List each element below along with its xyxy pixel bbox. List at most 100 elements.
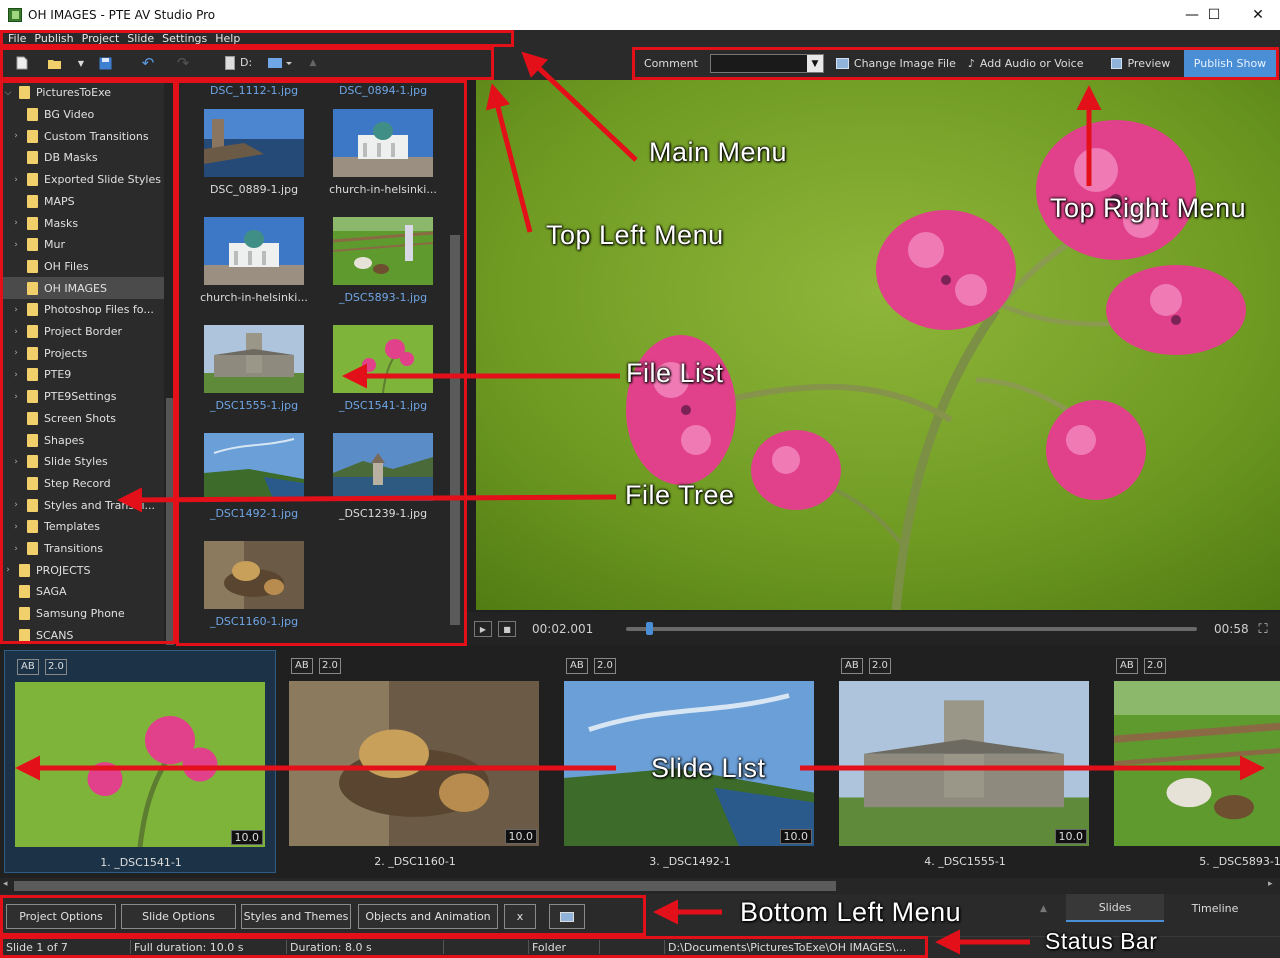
- slide-transition-duration[interactable]: 2.0: [319, 658, 341, 674]
- slide-options-button[interactable]: Slide Options: [121, 904, 236, 929]
- slide-transition-duration[interactable]: 2.0: [1144, 658, 1166, 674]
- chevron-icon[interactable]: ›: [11, 175, 21, 185]
- scroll-left-icon[interactable]: ◂: [3, 879, 8, 889]
- tree-item[interactable]: › Projects: [0, 342, 164, 364]
- chevron-icon[interactable]: ›: [11, 348, 21, 358]
- chevron-icon[interactable]: ›: [3, 565, 13, 575]
- tab-slides[interactable]: Slides: [1066, 894, 1164, 922]
- menu-settings[interactable]: Settings: [158, 32, 211, 45]
- tree-item[interactable]: DB Masks: [0, 147, 164, 169]
- menu-slide[interactable]: Slide: [123, 32, 158, 45]
- slide-transition-duration[interactable]: 2.0: [594, 658, 616, 674]
- maximize-button[interactable]: ☐: [1192, 0, 1236, 30]
- tree-item[interactable]: › Transitions: [0, 538, 164, 560]
- scroll-right-icon[interactable]: ▸: [1268, 879, 1273, 889]
- scroll-thumb[interactable]: [450, 235, 460, 625]
- change-image-button[interactable]: Change Image File: [835, 57, 956, 70]
- chevron-icon[interactable]: ›: [11, 392, 21, 402]
- chevron-icon[interactable]: ›: [11, 370, 21, 380]
- open-dropdown-icon[interactable]: ▼: [73, 55, 89, 71]
- save-icon[interactable]: [97, 55, 113, 71]
- slide-transition-badge[interactable]: AB: [17, 659, 39, 675]
- slide-item[interactable]: AB 2.0 5. _DSC5893-1: [1104, 650, 1280, 873]
- chevron-icon[interactable]: ›: [11, 327, 21, 337]
- slide-item[interactable]: AB 2.0 10.0 4. _DSC1555-1: [829, 650, 1101, 873]
- tree-item[interactable]: Samsung Phone: [0, 603, 164, 625]
- slide-item[interactable]: AB 2.0 10.0 2. _DSC1160-1: [279, 650, 551, 873]
- tree-item[interactable]: SCANS: [0, 625, 164, 644]
- chevron-icon[interactable]: ›: [11, 522, 21, 532]
- tree-item[interactable]: › Exported Slide Styles: [0, 169, 164, 191]
- chevron-icon[interactable]: ›: [11, 240, 21, 250]
- chevron-icon[interactable]: ›: [11, 500, 21, 510]
- tree-item[interactable]: Screen Shots: [0, 408, 164, 430]
- menu-file[interactable]: File: [4, 32, 30, 45]
- chevron-icon[interactable]: ›: [11, 457, 21, 467]
- tree-item[interactable]: MAPS: [0, 191, 164, 213]
- stop-icon[interactable]: ■: [498, 621, 516, 637]
- file-item[interactable]: DSC_0894-1.jpg: [323, 80, 443, 97]
- chevron-icon[interactable]: ›: [11, 305, 21, 315]
- publish-show-button[interactable]: Publish Show: [1184, 50, 1276, 77]
- fullscreen-icon[interactable]: ⛶: [1254, 621, 1272, 637]
- slide-transition-duration[interactable]: 2.0: [45, 659, 67, 675]
- tree-item[interactable]: Step Record: [0, 473, 164, 495]
- comment-select[interactable]: ▼: [709, 54, 824, 73]
- drive-label[interactable]: D:: [240, 56, 252, 69]
- file-item[interactable]: _DSC5893-1.jpg: [323, 217, 443, 304]
- styles-themes-button[interactable]: Styles and Themes: [241, 904, 351, 929]
- file-list-scrollbar[interactable]: [446, 80, 464, 643]
- file-item[interactable]: _DSC1541-1.jpg: [323, 325, 443, 412]
- tree-item[interactable]: Shapes: [0, 429, 164, 451]
- tree-item[interactable]: › PTE9: [0, 364, 164, 386]
- redo-icon[interactable]: ↷: [175, 54, 191, 72]
- scroll-thumb[interactable]: [14, 881, 836, 891]
- tree-item[interactable]: SAGA: [0, 581, 164, 603]
- slide-transition-duration[interactable]: 2.0: [869, 658, 891, 674]
- chevron-icon[interactable]: ›: [11, 544, 21, 554]
- play-icon[interactable]: ▶: [474, 621, 492, 637]
- file-tree-scrollbar[interactable]: [164, 80, 176, 654]
- add-audio-button[interactable]: ♪ Add Audio or Voice: [968, 57, 1084, 70]
- menu-publish[interactable]: Publish: [30, 32, 77, 45]
- tree-item[interactable]: BG Video: [0, 104, 164, 126]
- seek-handle[interactable]: [645, 622, 653, 635]
- drive-icon[interactable]: [222, 55, 238, 71]
- folder-up-icon[interactable]: ▲: [305, 55, 321, 71]
- tree-item[interactable]: › Project Border: [0, 321, 164, 343]
- chevron-icon[interactable]: ⌵: [3, 88, 13, 98]
- chevron-down-icon[interactable]: ▼: [806, 55, 823, 72]
- slide-transition-badge[interactable]: AB: [291, 658, 313, 674]
- file-item[interactable]: _DSC1160-1.jpg: [194, 541, 314, 628]
- tree-item[interactable]: › PTE9Settings: [0, 386, 164, 408]
- tree-item[interactable]: › Styles and Transiti...: [0, 494, 164, 516]
- tree-item[interactable]: › PROJECTS: [0, 559, 164, 581]
- tree-item[interactable]: › Masks: [0, 212, 164, 234]
- file-item[interactable]: DSC_0889-1.jpg: [194, 109, 314, 196]
- file-item[interactable]: DSC_1112-1.jpg: [194, 80, 314, 97]
- file-item[interactable]: _DSC1555-1.jpg: [194, 325, 314, 412]
- scroll-thumb[interactable]: [166, 398, 174, 654]
- monitor-button[interactable]: [549, 904, 585, 929]
- slide-transition-badge[interactable]: AB: [841, 658, 863, 674]
- file-item[interactable]: _DSC1492-1.jpg: [194, 433, 314, 520]
- close-button[interactable]: ✕: [1236, 0, 1280, 30]
- chevron-icon[interactable]: ›: [11, 218, 21, 228]
- tree-item[interactable]: ⌵ PicturesToExe: [0, 82, 164, 104]
- menu-help[interactable]: Help: [211, 32, 244, 45]
- tree-item[interactable]: › Templates: [0, 516, 164, 538]
- tree-item[interactable]: › Mur: [0, 234, 164, 256]
- tree-item[interactable]: OH Files: [0, 256, 164, 278]
- slide-transition-badge[interactable]: AB: [566, 658, 588, 674]
- slide-list-scrollbar[interactable]: ◂ ▸: [0, 878, 1280, 894]
- tree-item[interactable]: › Custom Transitions: [0, 125, 164, 147]
- objects-animation-button[interactable]: Objects and Animation: [358, 904, 498, 929]
- slide-transition-badge[interactable]: AB: [1116, 658, 1138, 674]
- slide-item[interactable]: AB 2.0 10.0 1. _DSC1541-1: [4, 650, 276, 873]
- tree-item[interactable]: › Photoshop Files fo...: [0, 299, 164, 321]
- collapse-up-icon[interactable]: ▲: [1040, 904, 1047, 914]
- seek-track[interactable]: [626, 627, 1197, 631]
- tree-item[interactable]: OH IMAGES: [0, 277, 164, 299]
- tree-item[interactable]: › Slide Styles: [0, 451, 164, 473]
- open-folder-icon[interactable]: [47, 55, 63, 71]
